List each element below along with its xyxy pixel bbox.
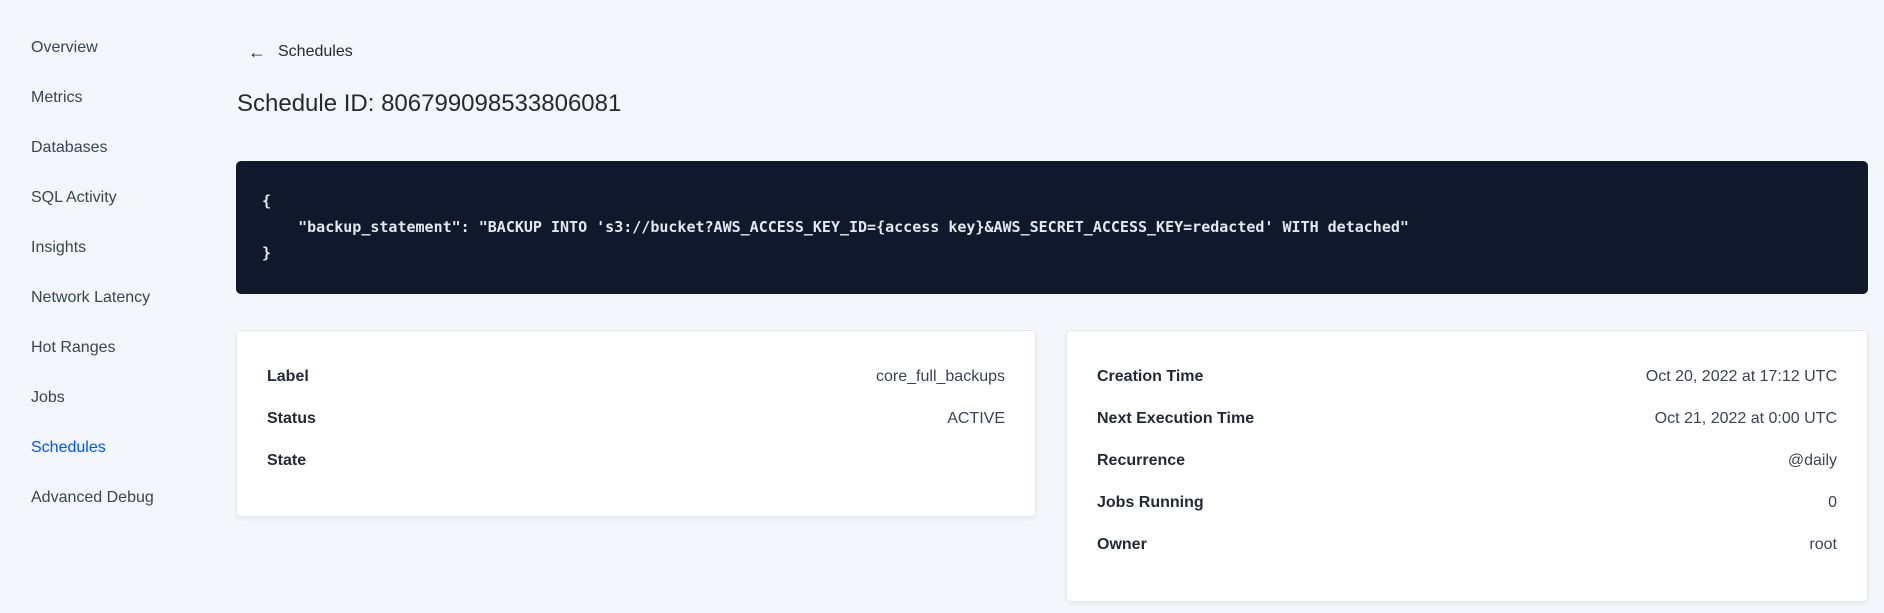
row-recurrence-key: Recurrence [1097, 452, 1186, 469]
main-content: ← Schedules Schedule ID: 806799098533806… [0, 0, 1884, 613]
row-recurrence-value: @daily [1787, 452, 1837, 469]
row-recurrence: Recurrence @daily [1097, 440, 1837, 482]
row-creation-time-value: Oct 20, 2022 at 17:12 UTC [1645, 368, 1837, 385]
arrow-left-icon: ← [248, 42, 266, 62]
page-title: Schedule ID: 806799098533806081 [237, 90, 622, 117]
row-owner: Owner root [1097, 524, 1837, 566]
code-line: "backup_statement": "BACKUP INTO 's3://b… [262, 218, 1409, 236]
row-status-key: Status [267, 410, 316, 427]
row-owner-value: root [1809, 536, 1837, 553]
schedule-details-card: Label core_full_backups Status ACTIVE St… [236, 330, 1036, 517]
row-jobs-running-key: Jobs Running [1097, 494, 1204, 511]
row-state-key: State [267, 452, 307, 469]
back-link-label: Schedules [278, 43, 353, 60]
row-next-execution-time: Next Execution Time Oct 21, 2022 at 0:00… [1097, 398, 1837, 440]
row-jobs-running-value: 0 [1828, 494, 1837, 511]
row-status-value: ACTIVE [947, 410, 1005, 427]
row-next-execution-time-value: Oct 21, 2022 at 0:00 UTC [1654, 410, 1837, 427]
code-line: { [262, 192, 272, 210]
row-creation-time-key: Creation Time [1097, 368, 1204, 385]
row-next-execution-time-key: Next Execution Time [1097, 410, 1255, 427]
row-state: State [267, 440, 1005, 482]
row-owner-key: Owner [1097, 536, 1147, 553]
code-line: } [262, 244, 272, 262]
schedule-timing-card: Creation Time Oct 20, 2022 at 17:12 UTC … [1066, 330, 1868, 602]
row-status: Status ACTIVE [267, 398, 1005, 440]
row-label-key: Label [267, 368, 309, 385]
row-jobs-running: Jobs Running 0 [1097, 482, 1837, 524]
app-root: Overview Metrics Databases SQL Activity … [0, 0, 1884, 613]
row-label-value: core_full_backups [876, 368, 1005, 385]
row-label: Label core_full_backups [267, 356, 1005, 398]
row-creation-time: Creation Time Oct 20, 2022 at 17:12 UTC [1097, 356, 1837, 398]
schedule-definition-code-block: { "backup_statement": "BACKUP INTO 's3:/… [236, 161, 1868, 294]
back-link-schedules[interactable]: ← Schedules [248, 42, 353, 62]
